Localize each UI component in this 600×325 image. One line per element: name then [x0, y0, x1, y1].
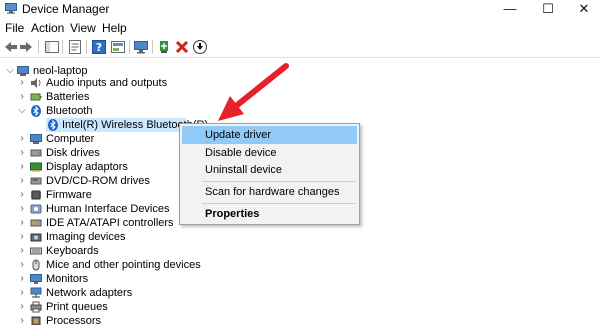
red-arrow-annotation: [218, 63, 289, 121]
